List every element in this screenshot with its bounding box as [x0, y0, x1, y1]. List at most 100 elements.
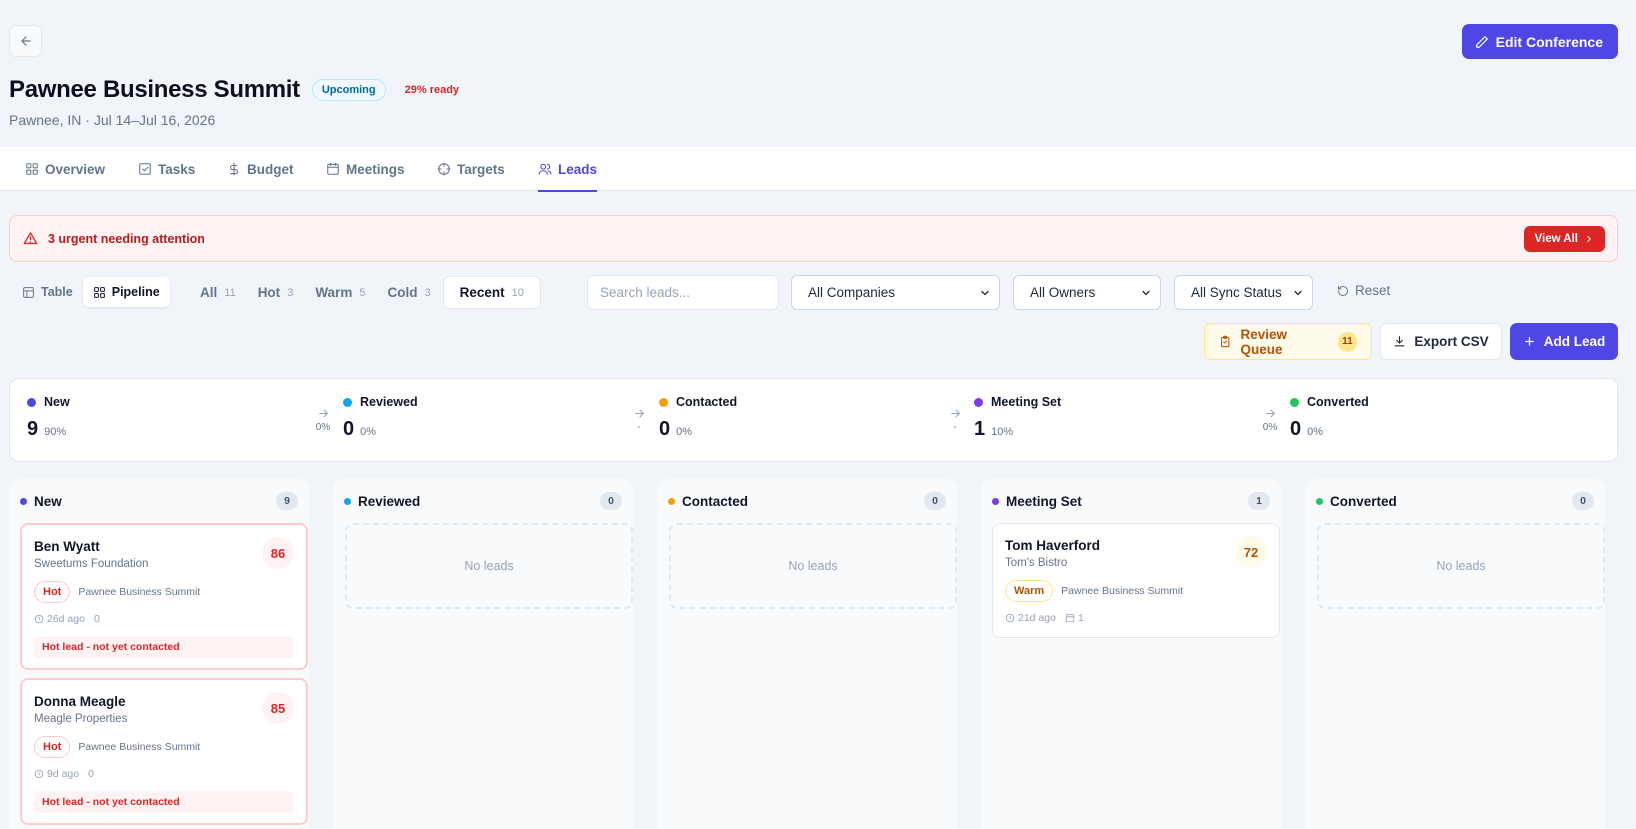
- lead-conference: Pawnee Business Summit: [78, 586, 201, 598]
- clock-icon: [34, 614, 44, 624]
- tab-targets[interactable]: Targets: [437, 147, 505, 191]
- lead-meetings: 0: [88, 768, 94, 780]
- column-title: Contacted: [682, 493, 749, 509]
- tab-label: Overview: [45, 161, 106, 177]
- owners-select-value: All Owners: [1030, 285, 1096, 300]
- review-queue-count: 11: [1337, 331, 1357, 352]
- tab-label: Budget: [247, 161, 294, 177]
- kanban-column-meeting-set: Meeting Set 1 Tom Haverford Tom's Bistro …: [981, 479, 1281, 829]
- title-row: Pawnee Business Summit Upcoming 29% read…: [9, 76, 459, 104]
- calendar-icon: [327, 162, 339, 175]
- filter-count: 3: [424, 286, 431, 299]
- conversion-value: -: [637, 422, 641, 433]
- crosshair-icon: [437, 162, 451, 176]
- plus-icon: [1524, 337, 1534, 346]
- filter-hot[interactable]: Hot 3: [248, 276, 304, 309]
- filter-warm[interactable]: Warm 5: [305, 276, 375, 309]
- add-lead-label: Add Lead: [1543, 334, 1606, 349]
- export-csv-button[interactable]: Export CSV: [1380, 323, 1502, 360]
- grid-icon: [26, 163, 38, 175]
- column-title: Converted: [1330, 493, 1397, 509]
- chevron-down-icon: [1142, 290, 1150, 295]
- conversion-value: 0%: [1262, 422, 1278, 433]
- tab-tasks[interactable]: Tasks: [138, 147, 195, 191]
- lead-card-donna-meagle[interactable]: Donna Meagle Meagle Properties 85 Hot Pa…: [20, 678, 308, 825]
- tab-overview[interactable]: Overview: [25, 147, 105, 191]
- filter-cold[interactable]: Cold 3: [377, 276, 440, 309]
- tab-label: Targets: [457, 161, 505, 177]
- filter-label: Cold: [387, 285, 418, 300]
- stage-count: 0: [343, 418, 355, 440]
- stage-dot: [343, 397, 352, 407]
- edit-conference-button[interactable]: Edit Conference: [1461, 24, 1618, 59]
- lead-card-ben-wyatt[interactable]: Ben Wyatt Sweetums Foundation 86 Hot Paw…: [20, 523, 308, 670]
- lead-score: 85: [262, 692, 294, 724]
- view-all-button[interactable]: View All: [1523, 225, 1605, 252]
- lead-meetings-count: 1: [1077, 612, 1084, 624]
- lead-company: Sweetums Foundation: [34, 558, 149, 570]
- filter-all[interactable]: All 11: [190, 276, 246, 309]
- lead-name: Ben Wyatt: [34, 539, 100, 554]
- conversion-rate: -: [627, 407, 651, 433]
- hot-lead-warning: Hot lead - not yet contacted: [34, 791, 294, 813]
- add-lead-button[interactable]: Add Lead: [1510, 323, 1618, 360]
- arrow-left-icon: [20, 36, 31, 46]
- pipeline-view-button[interactable]: Pipeline: [82, 277, 170, 307]
- tab-meetings[interactable]: Meetings: [326, 147, 405, 191]
- tab-leads[interactable]: Leads: [538, 147, 598, 192]
- back-button[interactable]: [9, 25, 42, 57]
- stage-name: Reviewed: [360, 395, 418, 409]
- stage-percent: 10%: [991, 426, 1014, 438]
- stage-count: 9: [27, 418, 39, 440]
- filter-label: All: [200, 285, 218, 300]
- users-icon: [538, 163, 552, 175]
- stage-dot: [659, 397, 668, 407]
- lead-age: 9d ago: [34, 768, 79, 780]
- tab-budget[interactable]: Budget: [227, 147, 294, 191]
- chevron-right-icon: [1587, 235, 1591, 242]
- stage-count: 0: [1290, 418, 1302, 440]
- search-input[interactable]: [587, 275, 779, 310]
- filter-label: Hot: [257, 285, 281, 300]
- stage-name: Contacted: [676, 395, 738, 409]
- view-all-label: View All: [1534, 232, 1578, 245]
- sync-status-select[interactable]: All Sync Status: [1174, 275, 1313, 310]
- column-count: 1: [1248, 492, 1270, 510]
- column-title: Meeting Set: [1006, 493, 1082, 509]
- summary-stage-reviewed: Reviewed 0 0%: [343, 395, 418, 441]
- companies-select[interactable]: All Companies: [791, 275, 1000, 310]
- stage-name: New: [44, 395, 70, 409]
- chevron-down-icon: [981, 290, 989, 295]
- pencil-icon: [1475, 35, 1488, 48]
- conversion-rate: 0%: [1258, 407, 1282, 433]
- column-dot: [1316, 497, 1323, 505]
- stage-percent: 90%: [44, 426, 67, 438]
- lead-age: 26d ago: [34, 613, 85, 625]
- clock-icon: [34, 769, 44, 779]
- lead-age: 21d ago: [1005, 612, 1056, 624]
- arrow-right-icon: [1265, 409, 1275, 418]
- urgent-alert: 3 urgent needing attention View All: [9, 215, 1618, 262]
- stage-name: Meeting Set: [991, 395, 1062, 409]
- summary-stage-converted: Converted 0 0%: [1290, 395, 1369, 441]
- column-dot: [344, 497, 351, 505]
- owners-select[interactable]: All Owners: [1013, 275, 1161, 310]
- stage-count: 0: [659, 418, 671, 440]
- lead-card-tom-haverford[interactable]: Tom Haverford Tom's Bistro 72 Warm Pawne…: [992, 523, 1280, 638]
- table-view-button[interactable]: Table: [12, 277, 83, 307]
- filter-recent[interactable]: Recent 10: [442, 276, 541, 309]
- arrow-right-icon: [950, 409, 960, 418]
- warning-icon: [23, 232, 38, 245]
- temperature-tag: Hot: [34, 736, 71, 758]
- empty-column-placeholder: No leads: [1317, 523, 1605, 609]
- checkbox-icon: [139, 163, 151, 175]
- lead-company: Meagle Properties: [34, 713, 128, 725]
- reset-button[interactable]: Reset: [1337, 283, 1390, 298]
- kanban-column-contacted: Contacted 0 No leads: [657, 479, 957, 829]
- pipeline-view-label: Pipeline: [111, 285, 160, 299]
- review-queue-button[interactable]: Review Queue 11: [1204, 323, 1372, 360]
- lead-score: 72: [1235, 536, 1267, 568]
- filter-count: 10: [511, 286, 524, 299]
- conversion-value: -: [953, 422, 957, 433]
- table-view-label: Table: [41, 285, 73, 299]
